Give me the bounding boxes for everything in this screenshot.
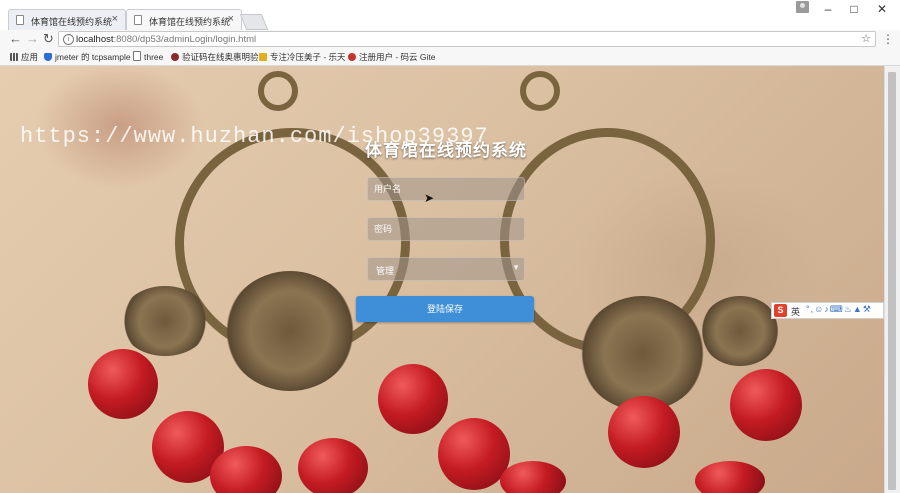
url-text: localhost:8080/dp53/adminLogin/login.htm…	[76, 34, 257, 45]
bookmark-rakuten[interactable]: 专注冷压美子 - 乐天	[259, 51, 346, 63]
minimize-icon[interactable]: –	[818, 2, 838, 16]
red-bead	[378, 364, 448, 434]
bookmark-three[interactable]: three	[133, 51, 163, 62]
back-icon[interactable]: ←	[9, 31, 22, 47]
flower-ornament-left	[225, 271, 355, 391]
profile-icon[interactable]	[796, 1, 809, 13]
mouse-cursor-icon: ➤	[424, 191, 435, 205]
page-background: 体育馆在线预约系统 管理 ▼ 登陆保存 https://www.huzhan.c…	[0, 66, 884, 493]
login-button[interactable]: 登陆保存	[356, 296, 534, 322]
leaf-ornament-right	[700, 296, 780, 366]
bookmark-captcha[interactable]: 验证码在线奥惠明验	[171, 51, 259, 63]
shield-icon	[44, 53, 52, 61]
bookmark-apps[interactable]: 应用	[10, 51, 38, 63]
info-icon[interactable]: i	[63, 34, 74, 45]
bookmark-star-icon[interactable]: ☆	[861, 32, 871, 45]
page-icon	[134, 15, 142, 25]
reload-icon[interactable]: ↻	[43, 31, 54, 47]
red-bead	[210, 446, 282, 493]
apps-grid-icon	[10, 53, 18, 61]
red-bead	[88, 349, 158, 419]
tab-title: 体育馆在线预约系统	[149, 17, 231, 27]
bookmark-gitee[interactable]: 注册用户 - 码云 Gite	[348, 51, 436, 63]
browser-tab[interactable]: 体育馆在线预约系统 ×	[8, 9, 126, 30]
red-bead	[500, 461, 566, 493]
browser-toolbar: ← → ↻ i localhost:8080/dp53/adminLogin/l…	[0, 30, 900, 49]
browser-titlebar: 体育馆在线预约系统 × 体育馆在线预约系统 × – □ ✕	[0, 0, 900, 31]
ime-mode-label[interactable]: 英	[791, 305, 800, 318]
gitee-icon	[348, 53, 356, 61]
new-tab-button[interactable]	[239, 14, 269, 30]
close-icon[interactable]: ×	[112, 13, 118, 25]
chevron-down-icon: ▼	[512, 263, 520, 272]
close-icon[interactable]: ×	[228, 13, 234, 25]
forward-icon[interactable]: →	[26, 31, 39, 47]
red-bead	[695, 461, 765, 493]
red-bead	[608, 396, 680, 468]
tab-title: 体育馆在线预约系统	[31, 17, 113, 27]
watermark-text: https://www.huzhan.com/ishop39397	[20, 124, 489, 149]
scrollbar-thumb[interactable]	[888, 72, 896, 490]
bug-icon	[171, 53, 179, 61]
menu-icon[interactable]: ⋮	[882, 32, 894, 46]
role-select[interactable]: 管理 ▼	[367, 257, 525, 281]
red-bead	[298, 438, 368, 493]
earring-loop-left	[258, 71, 298, 111]
password-input[interactable]	[367, 217, 525, 241]
folder-icon	[259, 53, 267, 61]
role-select-value: 管理	[376, 266, 395, 276]
earring-loop-right	[520, 71, 560, 111]
address-bar[interactable]: i localhost:8080/dp53/adminLogin/login.h…	[58, 31, 876, 47]
leaf-ornament-left	[120, 286, 210, 356]
page-scrollbar[interactable]	[884, 66, 900, 493]
red-bead	[730, 369, 802, 441]
page-icon	[133, 51, 141, 61]
ime-tool-icons[interactable]: °,☺♪⌨♨▲⚒	[806, 304, 872, 315]
flower-ornament-right	[580, 296, 705, 411]
bookmark-jmeter[interactable]: jmeter 的 tcpsample	[44, 51, 131, 63]
bookmarks-bar: 应用 jmeter 的 tcpsample three 验证码在线奥惠明验 专注…	[0, 49, 900, 66]
maximize-icon[interactable]: □	[844, 2, 864, 16]
username-input[interactable]	[367, 177, 525, 201]
window-close-icon[interactable]: ✕	[872, 2, 892, 16]
ime-toolbar[interactable]: S 英 °,☺♪⌨♨▲⚒	[771, 302, 884, 319]
sogou-logo-icon: S	[774, 304, 787, 317]
browser-tab-active[interactable]: 体育馆在线预约系统 ×	[126, 9, 242, 30]
page-icon	[16, 15, 24, 25]
